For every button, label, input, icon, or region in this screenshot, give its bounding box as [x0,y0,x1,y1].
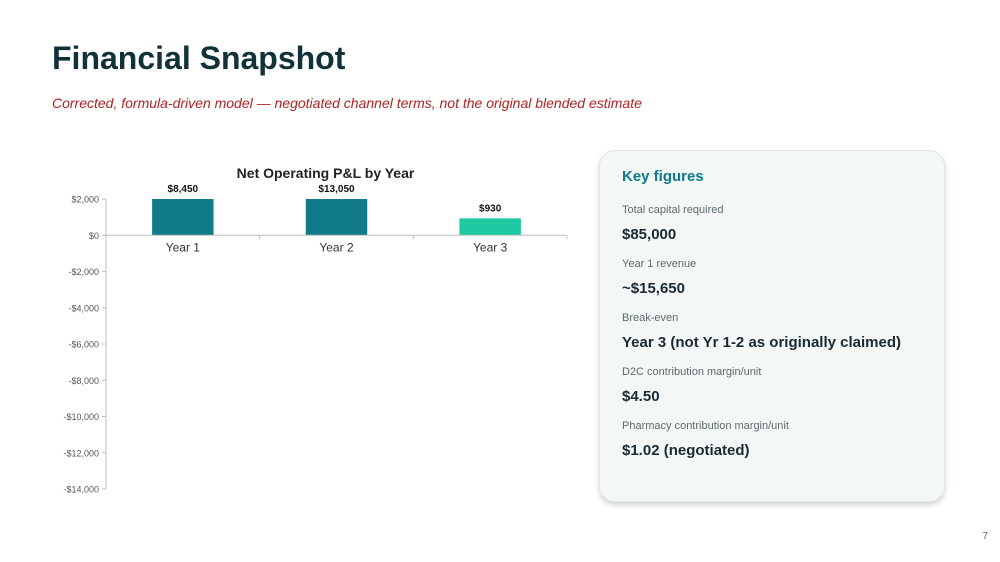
y-tick-label: -$6,000 [68,340,99,350]
y-tick-label: -$14,000 [63,485,99,495]
kf-value-d2c-margin: $4.50 [622,388,660,405]
bar-3 [459,218,521,236]
page-number: 7 [982,531,988,542]
x-tick-label: Year 1 [166,240,201,254]
y-tick-label: -$8,000 [68,376,99,386]
data-label: $13,050 [318,184,355,195]
x-tick-label: Year 3 [473,240,508,254]
key-figures-card: Key figures Total capital required $85,0… [599,150,945,502]
data-label: $8,450 [168,184,199,195]
kf-value-capital: $85,000 [622,226,677,243]
y-tick-label: -$4,000 [68,303,99,313]
x-tick-label: Year 2 [319,240,354,254]
kf-label-pharmacy-margin: Pharmacy contribution margin/unit [622,420,789,432]
data-label: $930 [479,203,502,214]
y-tick-label: -$12,000 [63,448,99,458]
kf-label-d2c-margin: D2C contribution margin/unit [622,366,762,378]
kf-value-revenue: ~$15,650 [622,280,685,297]
pnl-chart-svg: Net Operating P&L by Year $2,000 $0 -$2,000… [63,165,568,495]
chart-title: Net Operating P&L by Year [237,165,415,181]
slide-title: Financial Snapshot [52,40,346,76]
y-tick-label: -$10,000 [63,412,99,422]
key-figures-heading: Key figures [622,168,704,185]
kf-label-revenue: Year 1 revenue [622,258,697,270]
y-tick-label: $2,000 [71,195,99,205]
pnl-chart: Net Operating P&L by Year $2,000 $0 -$2,000… [40,158,580,508]
kf-value-pharmacy-margin: $1.02 (negotiated) [622,442,750,459]
kf-value-break-even: Year 3 (not Yr 1-2 as originally claimed… [622,334,902,351]
bar-2 [305,199,368,236]
y-tick-label: $0 [89,231,99,241]
kf-label-capital: Total capital required [622,204,724,216]
slide-subtitle: Corrected, formula-driven model — negoti… [52,95,642,111]
bar-1 [152,199,214,236]
y-tick-label: -$2,000 [68,267,99,277]
kf-label-break-even: Break-even [622,312,679,324]
